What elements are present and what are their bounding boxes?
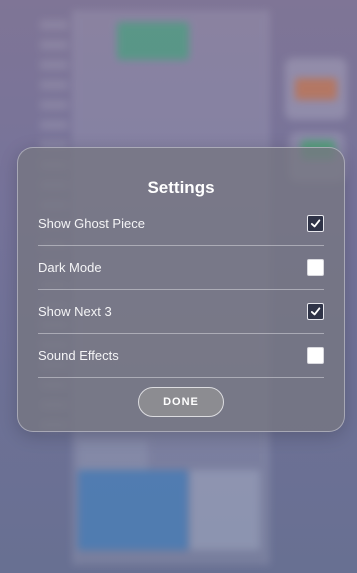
- stacked-blocks-light: [190, 470, 260, 550]
- dialog-title: Settings: [147, 178, 215, 197]
- dark-mode-checkbox[interactable]: [307, 259, 324, 276]
- show-next-3-checkbox[interactable]: [307, 303, 324, 320]
- checkmark-icon: [310, 307, 321, 316]
- stacked-blocks-mid: [78, 440, 148, 470]
- checkmark-icon: [310, 219, 321, 228]
- done-button[interactable]: DONE: [138, 387, 224, 417]
- setting-row-show-ghost-piece[interactable]: Show Ghost Piece: [38, 202, 324, 246]
- show-ghost-piece-checkbox[interactable]: [307, 215, 324, 232]
- settings-dialog: Settings Show Ghost Piece Dark Mode Show…: [17, 147, 345, 432]
- dialog-actions: DONE: [38, 387, 324, 417]
- setting-label: Show Ghost Piece: [38, 216, 145, 231]
- setting-label: Sound Effects: [38, 348, 119, 363]
- setting-row-show-next-3[interactable]: Show Next 3: [38, 290, 324, 334]
- setting-row-dark-mode[interactable]: Dark Mode: [38, 246, 324, 290]
- setting-row-sound-effects[interactable]: Sound Effects: [38, 334, 324, 378]
- stacked-blocks-blue: [78, 470, 188, 550]
- next-piece-orange: [295, 78, 337, 100]
- sound-effects-checkbox[interactable]: [307, 347, 324, 364]
- settings-list: Show Ghost Piece Dark Mode Show Next 3 S…: [38, 202, 324, 378]
- setting-label: Dark Mode: [38, 260, 102, 275]
- falling-piece: [117, 22, 189, 60]
- setting-label: Show Next 3: [38, 304, 112, 319]
